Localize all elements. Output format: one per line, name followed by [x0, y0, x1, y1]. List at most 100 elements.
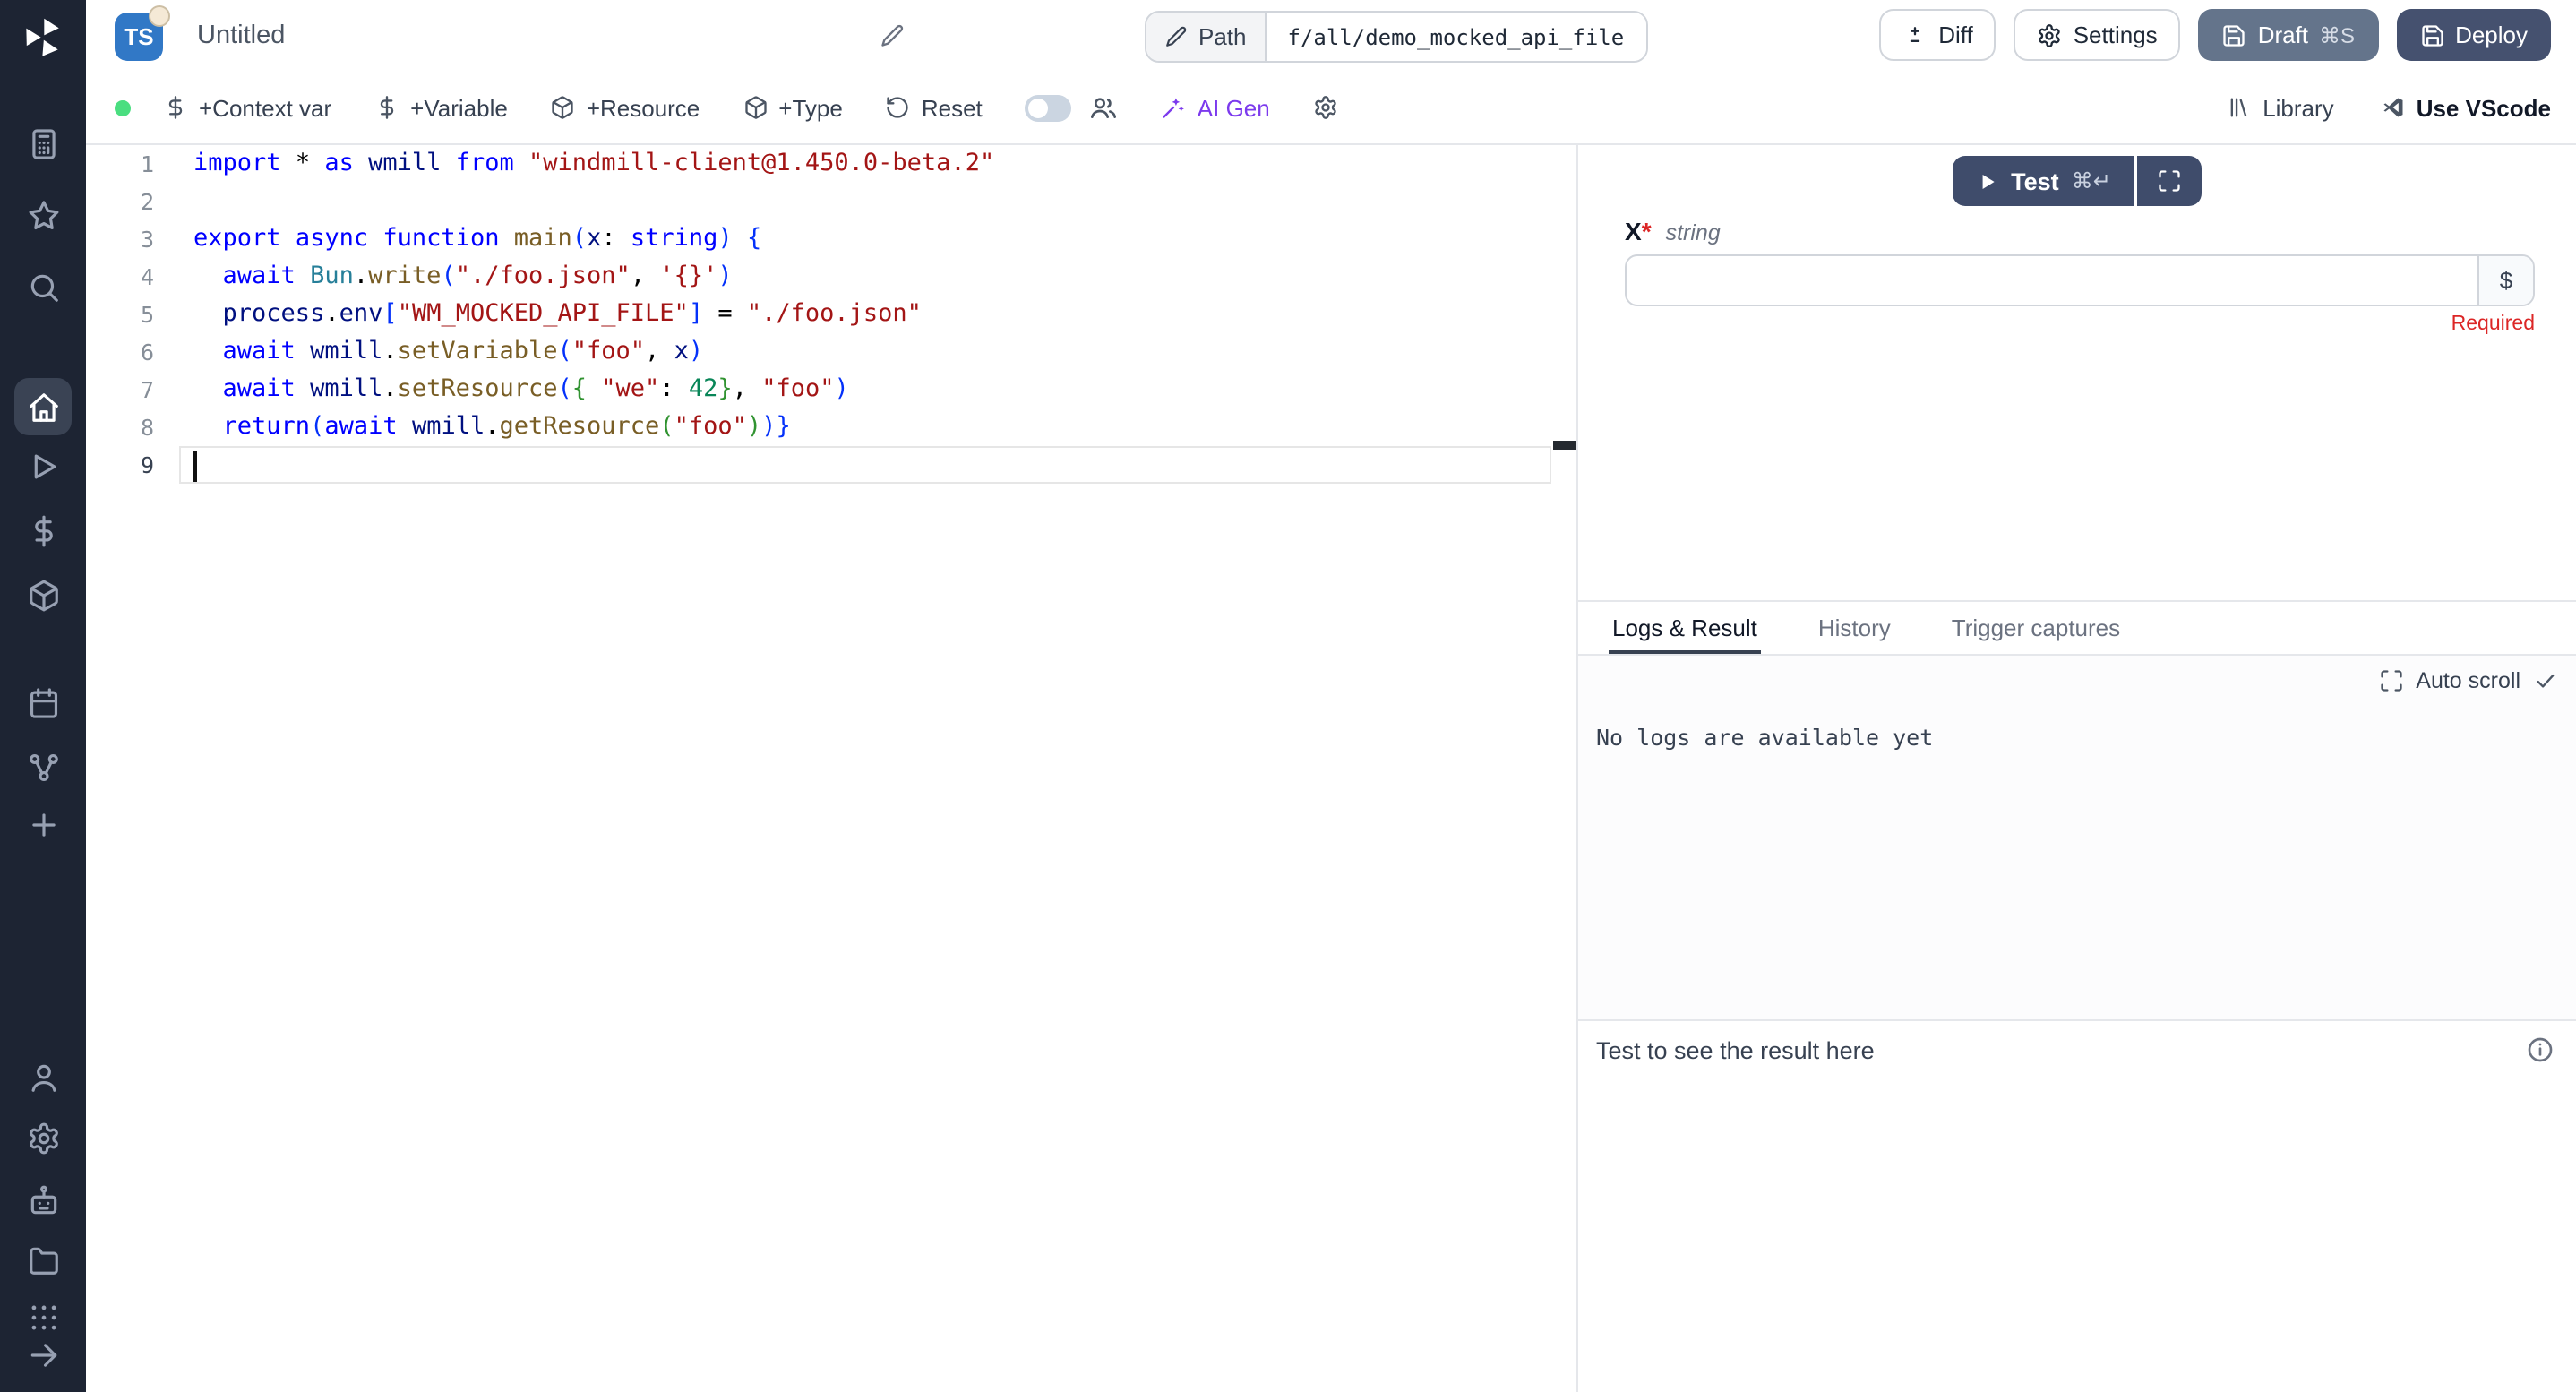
path-control[interactable]: Path f/all/demo_mocked_api_file — [1145, 11, 1647, 63]
add-icon[interactable] — [26, 808, 60, 842]
draft-shortcut: ⌘S — [2319, 22, 2355, 47]
line-number: 1 — [86, 145, 179, 183]
result-placeholder: Test to see the result here — [1596, 1036, 1875, 1063]
expand-sidebar-arrow-icon[interactable] — [26, 1338, 60, 1372]
code-line-4[interactable]: 4 await Bun.write("./foo.json", '{}') — [86, 258, 1576, 296]
line-content — [179, 446, 1551, 484]
instance-settings-gear-icon[interactable] — [26, 1121, 60, 1156]
edit-title-pencil-icon[interactable] — [880, 23, 905, 48]
auto-scroll-checkbox[interactable] — [2533, 668, 2558, 693]
library-icon — [2227, 95, 2252, 120]
add-context-var-label: +Context var — [199, 94, 331, 121]
script-settings-button[interactable] — [1313, 95, 1338, 120]
logs-empty-message: No logs are available yet — [1596, 724, 1933, 751]
gear-icon — [1313, 95, 1338, 120]
insert-variable-button[interactable]: $ — [2477, 256, 2533, 305]
deploy-button[interactable]: Deploy — [2396, 9, 2551, 61]
arg-x-input[interactable] — [1627, 256, 2477, 305]
code-lines: 1import * as wmill from "windmill-client… — [86, 145, 1576, 484]
line-content: export async function main(x: string) { — [179, 220, 1551, 258]
box-icon — [551, 95, 576, 120]
dollar-icon — [374, 95, 399, 120]
test-shortcut: ⌘↵ — [2072, 168, 2111, 193]
diff-button[interactable]: Diff — [1879, 9, 1996, 61]
line-number: 9 — [86, 446, 179, 484]
line-content — [179, 183, 1551, 220]
multiplayer-users-button[interactable] — [1090, 93, 1119, 122]
fullscreen-test-button[interactable] — [2138, 156, 2202, 206]
code-line-2[interactable]: 2 — [86, 183, 1576, 220]
home-icon — [26, 390, 60, 424]
add-variable-button[interactable]: +Variable — [374, 94, 508, 121]
tab-history[interactable]: History — [1815, 602, 1894, 654]
favorites-star-icon[interactable] — [26, 199, 60, 233]
path-edit-button[interactable]: Path — [1146, 13, 1267, 61]
add-resource-button[interactable]: +Resource — [551, 94, 700, 121]
required-asterisk: * — [1642, 217, 1652, 245]
diff-button-label: Diff — [1938, 21, 1973, 48]
toggle-knob — [1029, 98, 1049, 117]
language-badge: TS — [115, 12, 163, 60]
dollar-icon — [163, 95, 188, 120]
add-type-label: +Type — [778, 94, 843, 121]
runs-play-icon[interactable] — [26, 450, 60, 484]
apps-grid-icon[interactable] — [26, 1301, 60, 1335]
add-type-button[interactable]: +Type — [743, 94, 843, 121]
account-user-icon[interactable] — [26, 1061, 60, 1095]
gear-icon — [2038, 22, 2063, 47]
settings-button[interactable]: Settings — [2014, 9, 2181, 61]
magic-wand-icon — [1162, 95, 1187, 120]
code-line-6[interactable]: 6 await wmill.setVariable("foo", x) — [86, 333, 1576, 371]
line-number: 2 — [86, 183, 179, 220]
sidebar-item-home[interactable] — [14, 378, 72, 435]
tab-trigger-captures[interactable]: Trigger captures — [1948, 602, 2124, 654]
line-number: 7 — [86, 371, 179, 408]
test-button[interactable]: Test ⌘↵ — [1952, 156, 2134, 206]
deploy-button-label: Deploy — [2455, 21, 2528, 48]
use-vscode-button[interactable]: Use VScode — [2381, 94, 2551, 121]
ai-gen-button[interactable]: AI Gen — [1162, 94, 1270, 121]
panel-tabs: Logs & Result History Trigger captures — [1578, 600, 2576, 656]
code-editor[interactable]: 1import * as wmill from "windmill-client… — [86, 145, 1576, 1392]
argument-type: string — [1666, 220, 1721, 245]
status-dot — [115, 99, 131, 116]
library-button[interactable]: Library — [2227, 94, 2334, 121]
auto-scroll-label: Auto scroll — [2416, 668, 2520, 693]
add-variable-label: +Variable — [410, 94, 508, 121]
search-icon[interactable] — [26, 271, 60, 305]
diff-icon — [1902, 22, 1928, 47]
folders-icon[interactable] — [26, 1243, 60, 1277]
argument-name: X* — [1625, 217, 1652, 245]
language-badge-label: TS — [124, 22, 153, 49]
workers-robot-icon[interactable] — [26, 1184, 60, 1218]
users-icon — [1090, 93, 1119, 122]
auto-scroll-control: Auto scroll — [2378, 668, 2558, 693]
use-vscode-label: Use VScode — [2417, 94, 2551, 121]
code-line-8[interactable]: 8 return(await wmill.getResource("foo"))… — [86, 408, 1576, 446]
draft-button[interactable]: Draft ⌘S — [2199, 9, 2378, 61]
schedules-calendar-icon[interactable] — [26, 686, 60, 720]
ai-gen-label: AI Gen — [1198, 94, 1270, 121]
windmill-logo[interactable] — [20, 14, 66, 61]
code-line-9[interactable]: 9 — [86, 446, 1576, 484]
code-line-3[interactable]: 3export async function main(x: string) { — [86, 220, 1576, 258]
resources-box-icon[interactable] — [26, 579, 60, 613]
code-line-7[interactable]: 7 await wmill.setResource({ "we": 42}, "… — [86, 371, 1576, 408]
calculator-icon[interactable] — [26, 127, 60, 161]
flows-icon[interactable] — [26, 751, 60, 785]
add-context-var-button[interactable]: +Context var — [163, 94, 331, 121]
multiplayer-toggle[interactable] — [1026, 94, 1072, 121]
tab-logs-result[interactable]: Logs & Result — [1609, 602, 1761, 654]
code-line-5[interactable]: 5 process.env["WM_MOCKED_API_FILE"] = ".… — [86, 296, 1576, 333]
windmill-script-editor: TS Untitled Path f/all/demo_mocked_api_f… — [0, 0, 2576, 1392]
line-content: return(await wmill.getResource("foo"))} — [179, 408, 1551, 446]
expand-logs-icon[interactable] — [2378, 668, 2403, 693]
variables-dollar-icon[interactable] — [26, 514, 60, 548]
test-button-label: Test — [2011, 168, 2059, 194]
add-resource-label: +Resource — [587, 94, 700, 121]
code-line-1[interactable]: 1import * as wmill from "windmill-client… — [86, 145, 1576, 183]
reset-button[interactable]: Reset — [886, 94, 983, 121]
script-title[interactable]: Untitled — [197, 0, 285, 72]
info-icon[interactable] — [2526, 1035, 2555, 1064]
runtime-bun-badge-icon — [149, 4, 170, 26]
